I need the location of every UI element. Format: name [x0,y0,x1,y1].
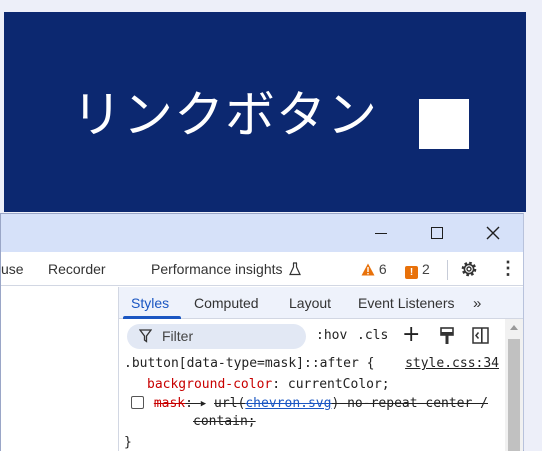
hov-toggle[interactable]: :hov [316,328,347,343]
styles-scrollbar[interactable] [505,319,523,451]
tab-styles[interactable]: Styles [131,295,169,311]
more-options-button[interactable]: ⋮ [499,258,517,279]
rendering-emulation-button[interactable] [439,327,455,349]
property-name-struck: mask [153,396,186,411]
tab-performance-insights-label: Performance insights [151,261,283,277]
tab-use[interactable]: use [1,261,24,277]
flask-icon [289,262,302,276]
close-button[interactable] [470,214,516,252]
maximize-button[interactable] [414,214,460,252]
filter-placeholder: Filter [162,328,194,344]
expand-arrow-icon[interactable]: ▶ [201,399,206,409]
toggle-computed-sidebar-button[interactable] [472,327,489,348]
filter-icon [139,329,152,343]
warnings-count: 6 [378,261,387,277]
declaration-background-color[interactable]: background-color: currentColor; [147,377,390,392]
elements-panel [1,287,119,451]
button-after-pseudo-square [419,99,469,149]
mask-url-suffix: ) no-repeat center / [331,396,488,411]
rule-selector[interactable]: .button[data-type=mask]::after { [124,356,374,371]
styles-filter-input[interactable]: Filter [127,324,306,349]
devtools-titlebar [1,214,523,252]
sidebar-icon [472,327,489,344]
devtools-window: use Recorder Performance insights 6 ! 2 ⋮… [0,213,524,451]
styles-pane-tabs: Styles Computed Layout Event Listeners » [119,287,523,319]
scrollbar-thumb[interactable] [508,339,520,451]
link-button[interactable]: リンクボタン [4,12,526,212]
declaration-checkbox[interactable] [131,396,144,409]
close-icon [486,226,500,240]
rule-source-link[interactable]: style.css:34 [405,356,499,371]
minimize-button[interactable] [358,214,404,252]
mask-url-link[interactable]: chevron.svg [245,396,331,411]
style-rules: .button[data-type=mask]::after { style.c… [119,353,505,451]
maximize-icon [431,227,443,239]
tab-computed[interactable]: Computed [194,295,259,311]
settings-button[interactable] [459,259,479,282]
tab-performance-insights[interactable]: Performance insights [151,261,302,277]
paint-brush-icon [440,327,454,344]
property-name: background-color [147,377,273,392]
styles-filter-toolbar: Filter :hov .cls + [119,319,505,353]
tab-layout[interactable]: Layout [289,295,331,311]
cls-toggle[interactable]: .cls [357,328,388,343]
property-value: currentColor; [287,377,390,392]
tab-recorder[interactable]: Recorder [48,261,106,277]
more-tabs-button[interactable]: » [473,295,482,312]
tab-event-listeners[interactable]: Event Listeners [358,295,455,311]
rule-close-brace: } [124,435,132,450]
devtools-main-toolbar: use Recorder Performance insights 6 ! 2 ⋮ [1,252,523,286]
scroll-up-arrow-icon[interactable] [510,325,518,330]
minimize-icon [375,232,387,234]
toolbar-divider [447,260,448,280]
issue-icon: ! [405,266,418,279]
kebab-menu-icon: ⋮ [499,258,517,278]
issues-counter[interactable]: ! 2 [405,261,430,279]
link-button-label: リンクボタン [72,86,378,144]
warnings-counter[interactable]: 6 [361,261,387,277]
gear-icon [461,261,477,277]
mask-url-prefix: url( [214,396,246,411]
new-style-rule-button[interactable]: + [402,322,420,347]
mask-value-continuation: contain; [193,414,256,429]
warning-icon [361,263,375,276]
issues-count: 2 [422,261,430,277]
declaration-mask[interactable]: mask: ▶ url(chevron.svg) no-repeat cente… [131,396,488,411]
plus-icon: + [402,322,421,347]
